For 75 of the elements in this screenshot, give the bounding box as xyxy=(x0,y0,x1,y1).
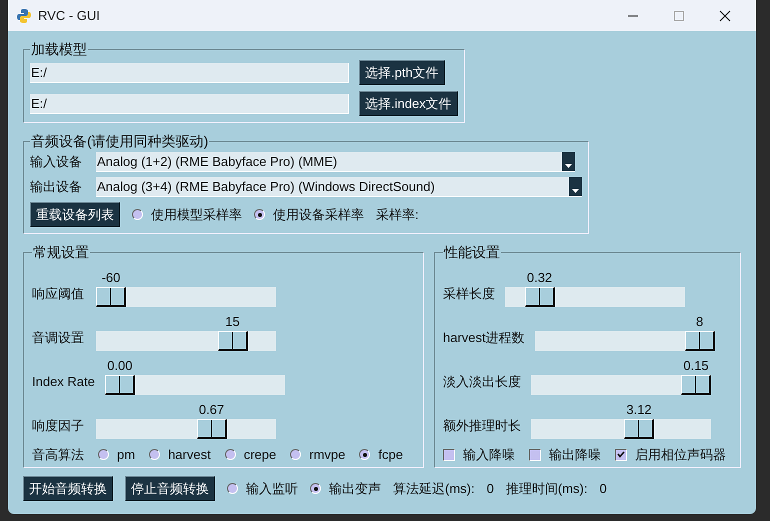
path-field[interactable]: E:/ xyxy=(30,94,349,114)
push-button[interactable]: 选择.pth文件 xyxy=(359,60,445,85)
dropdown-arrow-icon xyxy=(572,189,579,193)
group-title: 音频设备(请使用同种类驱动) xyxy=(30,132,210,151)
radio-button[interactable] xyxy=(290,449,302,460)
dropdown-arrow-icon xyxy=(565,164,572,168)
slider-label: 响度因子 xyxy=(32,416,85,434)
checkbox[interactable] xyxy=(443,448,456,461)
checkbox-label: 输出降噪 xyxy=(549,446,602,464)
readout-value: 0 xyxy=(486,480,494,498)
field-label: 输出设备 xyxy=(30,178,83,196)
radio-button[interactable] xyxy=(149,449,160,460)
slider-thumb[interactable] xyxy=(524,287,555,307)
dropdown-value: Analog (3+4) (RME Babyface Pro) (Windows DirectSound) xyxy=(96,178,436,196)
group-title: 常规设置 xyxy=(32,243,90,262)
dropdown-value: Analog (1+2) (RME Babyface Pro) (MME) xyxy=(96,152,338,171)
radio-button[interactable] xyxy=(224,449,236,460)
radio-label: harvest xyxy=(168,446,211,464)
slider-value: 8 xyxy=(695,313,704,331)
slider-thumb[interactable] xyxy=(684,331,715,351)
slider-label: 采样长度 xyxy=(443,284,496,302)
radio-button[interactable] xyxy=(359,449,370,460)
slider-label: 音调设置 xyxy=(32,328,85,346)
radio-label: rmvpe xyxy=(309,446,346,464)
device-dropdown[interactable]: Analog (3+4) (RME Babyface Pro) (Windows DirectSound) xyxy=(96,177,582,197)
checkbox-label: 输入降噪 xyxy=(463,446,516,464)
slider-value: 0.15 xyxy=(682,357,710,375)
snake-logo-icon xyxy=(16,8,32,24)
slider-label: 淡入淡出长度 xyxy=(443,372,522,390)
radio-label: fcpe xyxy=(378,446,403,464)
device-dropdown[interactable]: Analog (1+2) (RME Babyface Pro) (MME) xyxy=(96,152,575,172)
slider-label: 额外推理时长 xyxy=(443,416,522,434)
push-button[interactable]: 选择.index文件 xyxy=(359,91,458,116)
readout-label: 推理时间(ms): xyxy=(506,480,588,498)
slider-thumb[interactable] xyxy=(218,331,248,351)
group-title: 加载模型 xyxy=(30,40,88,59)
group-title: 性能设置 xyxy=(443,243,502,262)
checkbox[interactable] xyxy=(529,448,542,461)
radio-label: pm xyxy=(117,446,136,464)
radio-button[interactable] xyxy=(254,209,265,220)
sample-rate-label: 采样率: xyxy=(376,206,419,224)
readout-value: 0 xyxy=(599,480,607,498)
field-label: 输入设备 xyxy=(30,153,83,172)
slider-value: 0.32 xyxy=(526,269,554,287)
radio-label: 使用模型采样率 xyxy=(151,206,242,224)
radio-button[interactable] xyxy=(310,483,321,494)
push-button[interactable]: 重载设备列表 xyxy=(30,202,120,227)
slider-thumb[interactable] xyxy=(104,375,135,395)
radio-label: 输出变声 xyxy=(329,480,381,498)
slider-thumb[interactable] xyxy=(624,419,654,439)
slider-thumb[interactable] xyxy=(196,419,226,439)
slider-label: Index Rate xyxy=(32,372,95,390)
checkbox[interactable] xyxy=(615,448,628,461)
radio-label: 使用设备采样率 xyxy=(273,206,364,224)
push-button[interactable]: 开始音频转换 xyxy=(23,476,113,501)
slider-label: harvest进程数 xyxy=(443,328,525,346)
radio-button[interactable] xyxy=(98,449,109,460)
slider-value: 3.12 xyxy=(625,401,653,419)
slider-value: 0.67 xyxy=(198,401,226,419)
slider-thumb[interactable] xyxy=(681,375,712,395)
radio-button[interactable] xyxy=(227,483,238,494)
radio-label: 输入监听 xyxy=(246,480,298,498)
readout-label: 算法延迟(ms): xyxy=(393,480,475,498)
field-label: 音高算法 xyxy=(32,446,84,464)
push-button[interactable]: 停止音频转换 xyxy=(125,476,215,501)
window-title: RVC - GUI xyxy=(38,6,100,25)
path-field[interactable]: E:/ xyxy=(30,62,349,82)
slider-value: 15 xyxy=(224,313,241,331)
radio-label: crepe xyxy=(244,446,276,464)
slider-value: -60 xyxy=(100,269,122,287)
slider-label: 响应阈值 xyxy=(32,284,85,302)
checkbox-label: 启用相位声码器 xyxy=(635,446,726,464)
radio-button[interactable] xyxy=(132,209,143,220)
slider-thumb[interactable] xyxy=(96,287,126,307)
slider-value: 0.00 xyxy=(106,357,134,375)
